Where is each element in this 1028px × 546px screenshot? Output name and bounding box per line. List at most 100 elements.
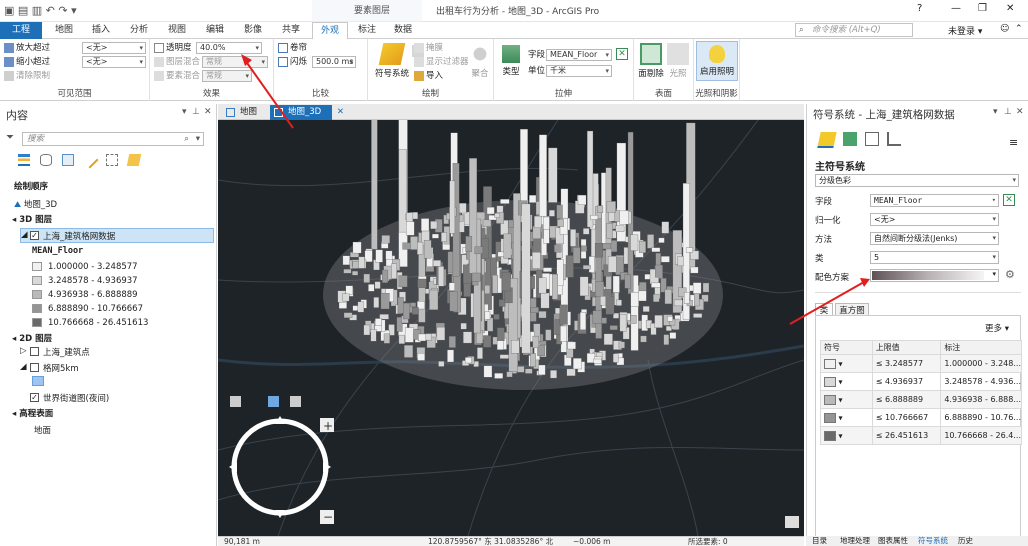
restore-button[interactable]: ❐ — [978, 3, 987, 14]
tab-project[interactable]: 工程 — [0, 22, 42, 39]
command-search-input[interactable]: ⌕ 命令搜索 (Alt+Q) — [795, 23, 913, 37]
pane-menu-icon[interactable]: ▾ — [182, 107, 187, 117]
symbol-layer-drawing-icon[interactable] — [865, 132, 879, 146]
class-symbol[interactable] — [824, 358, 836, 369]
legend-swatch[interactable] — [32, 290, 42, 299]
table-row[interactable]: ▾ ≤ 3.248577 1.000000 - 3.248... — [820, 354, 1022, 373]
col-symbol[interactable]: 符号 — [820, 340, 873, 355]
expression-icon[interactable]: ✕ — [1003, 194, 1015, 206]
pin-icon[interactable]: ⊥ — [192, 107, 200, 117]
smiley-icon[interactable]: ☺ — [1000, 24, 1009, 34]
aggregate-button[interactable]: 聚合 — [468, 43, 492, 79]
pane-close-icon[interactable]: ✕ — [1016, 107, 1024, 117]
tab-map-view[interactable]: 地图 — [222, 105, 272, 120]
tab-histogram[interactable]: 直方图 — [835, 303, 869, 316]
list-by-drawing-order-icon[interactable] — [18, 154, 30, 166]
layer-checkbox[interactable] — [30, 363, 39, 372]
chevron-up-icon[interactable]: ⌃ — [1015, 24, 1023, 34]
class-symbol[interactable] — [824, 394, 836, 405]
elevation-surfaces[interactable]: ◂ 高程表面 — [12, 407, 53, 419]
map-canvas[interactable]: + − — [218, 120, 804, 536]
table-row[interactable]: ▾ ≤ 26.451613 10.766668 - 26.4... — [820, 426, 1022, 445]
layer-blend-dropdown[interactable]: 常规 — [202, 56, 268, 68]
gear-icon[interactable]: ⚙ — [1005, 268, 1015, 281]
tab-insert[interactable]: 插入 — [86, 22, 116, 39]
filter-icon[interactable]: ⏷ — [6, 132, 14, 143]
user-menu[interactable]: 未登录 ▾ — [948, 24, 982, 37]
tab-layer-properties[interactable]: 图表属性 — [878, 536, 908, 546]
advanced-symbology-icon[interactable] — [887, 132, 901, 146]
flicker-button[interactable]: 闪烁 — [278, 56, 307, 69]
flicker-interval-input[interactable]: 500.0 ms — [312, 56, 356, 68]
selected-features[interactable]: 所选要素: 0 — [688, 537, 728, 546]
pane-close-icon[interactable]: ✕ — [204, 107, 212, 117]
classification-method-dropdown[interactable]: 自然间断分级法(Jenks) — [870, 232, 999, 245]
layer-checkbox[interactable]: ✓ — [30, 231, 39, 240]
list-by-snapping-icon[interactable] — [106, 154, 118, 166]
enable-lighting-button[interactable]: 启用照明 — [696, 41, 738, 81]
lighting-face-button[interactable]: 光照 — [666, 43, 690, 79]
map-node[interactable]: ⛰ 地图_3D — [14, 198, 57, 210]
expand-arrow-icon[interactable]: ▷ — [20, 346, 27, 356]
group-3d-layers[interactable]: ◂ 3D 图层 — [12, 213, 52, 225]
class-symbol[interactable] — [824, 412, 836, 423]
import-button[interactable]: 导入 — [414, 70, 443, 83]
vary-symbology-icon[interactable] — [843, 132, 857, 146]
clear-limits[interactable]: 清除限制 — [4, 70, 50, 83]
primary-symbology-icon[interactable] — [817, 132, 837, 148]
legend-swatch[interactable] — [32, 318, 42, 327]
tab-classes[interactable]: 类 — [815, 303, 833, 316]
tab-data[interactable]: 数据 — [388, 22, 418, 39]
symbology-button[interactable]: 符号系统 — [372, 43, 412, 79]
tab-imagery[interactable]: 影像 — [238, 22, 268, 39]
method-type-dropdown[interactable]: 分级色彩 — [815, 174, 1019, 187]
collapse-arrow-icon[interactable]: ◢ — [20, 362, 27, 372]
list-by-selection-icon[interactable] — [62, 154, 74, 166]
list-by-labeling-icon[interactable] — [126, 154, 142, 166]
display-filters-button[interactable]: 显示过滤器 — [414, 56, 469, 69]
face-culling-button[interactable]: 面剔除 — [638, 43, 664, 79]
swipe-button[interactable]: 卷帘 — [278, 42, 307, 55]
class-symbol[interactable] — [824, 376, 836, 387]
tab-geoprocessing[interactable]: 地理处理 — [840, 536, 870, 546]
contents-search-input[interactable]: 搜索 ⌕ ▾ — [22, 132, 204, 146]
col-upper[interactable]: 上限值 — [871, 340, 942, 355]
list-by-data-source-icon[interactable] — [40, 154, 52, 166]
chevron-down-icon[interactable]: ▾ — [196, 133, 200, 145]
tab-symbology[interactable]: 符号系统 — [918, 536, 948, 546]
tab-history[interactable]: 历史 — [958, 536, 973, 546]
tab-map-3d-view[interactable]: 地图_3D ✕ — [270, 105, 344, 120]
extrusion-type-button[interactable]: 类型 — [498, 45, 524, 77]
tab-share[interactable]: 共享 — [276, 22, 306, 39]
close-tab-icon[interactable]: ✕ — [337, 105, 344, 120]
zoom-out-beyond[interactable]: 缩小超过 — [4, 56, 50, 69]
ground-surface[interactable]: 地面 — [34, 424, 51, 436]
tab-labeling[interactable]: 标注 — [352, 22, 382, 39]
tab-edit[interactable]: 编辑 — [200, 22, 230, 39]
transparency-input[interactable]: 40.0% — [196, 42, 262, 54]
list-by-editing-icon[interactable] — [81, 151, 99, 169]
help-button[interactable]: ? — [917, 3, 922, 14]
color-scheme-dropdown[interactable]: ▾ — [870, 269, 999, 282]
col-label[interactable]: 标注 — [940, 340, 1022, 355]
extrusion-field-dropdown[interactable]: MEAN_Floor — [546, 49, 612, 61]
classes-dropdown[interactable]: 5 — [870, 251, 999, 264]
zoom-out-dropdown[interactable]: <无> — [82, 56, 146, 68]
tab-analysis[interactable]: 分析 — [124, 22, 154, 39]
class-symbol[interactable] — [824, 430, 836, 441]
pane-menu-icon[interactable]: ▾ — [993, 107, 998, 117]
pin-icon[interactable]: ⊥ — [1004, 107, 1012, 117]
layer-3d-name[interactable]: 上海_建筑格网数据 — [43, 230, 115, 242]
grid-swatch[interactable] — [32, 376, 44, 386]
zoom-in-dropdown[interactable]: <无> — [82, 42, 146, 54]
expand-arrow-icon[interactable]: ◢ — [21, 230, 28, 240]
tab-catalog[interactable]: 目录 — [812, 536, 827, 546]
table-row[interactable]: ▾ ≤ 6.888889 4.936938 - 6.888... — [820, 390, 1022, 409]
tab-map[interactable]: 地图 — [50, 22, 78, 39]
zoom-in-beyond[interactable]: 放大超过 — [4, 42, 50, 55]
quick-access-toolbar[interactable]: ▣ ▤ ▥ ↶ ↷ ▾ — [4, 4, 124, 18]
legend-swatch[interactable] — [32, 262, 42, 271]
extrusion-unit-dropdown[interactable]: 千米 — [546, 65, 612, 77]
scale-readout[interactable]: 90,181 m — [224, 537, 260, 546]
layer-basemap-name[interactable]: 世界街道图(夜间) — [43, 392, 109, 404]
